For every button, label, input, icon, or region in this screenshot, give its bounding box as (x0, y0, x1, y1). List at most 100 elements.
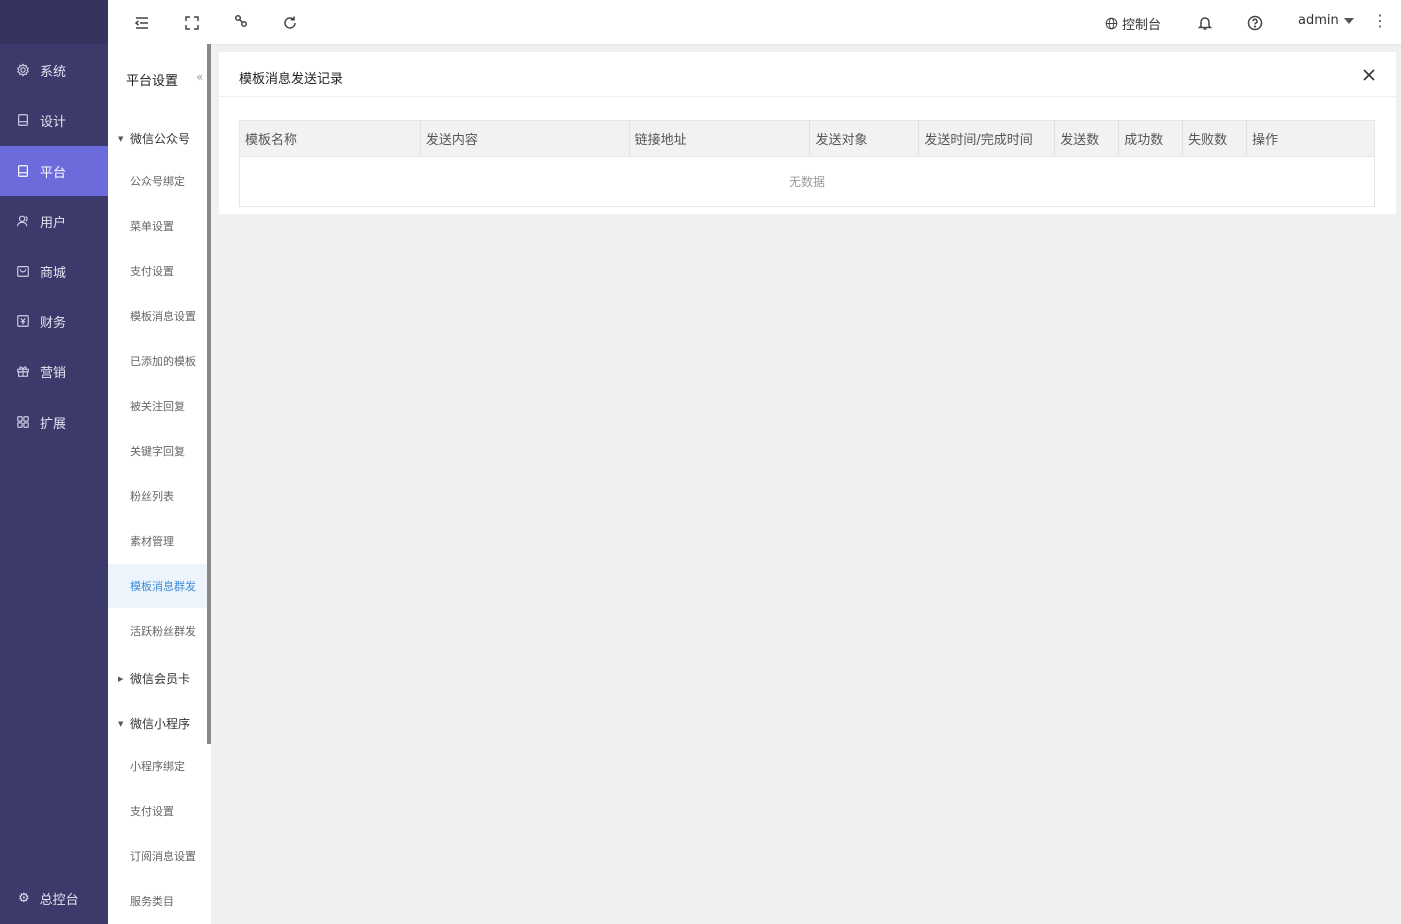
fullscreen-icon[interactable] (183, 14, 201, 32)
menu-fold-icon[interactable] (133, 14, 151, 32)
subnav-item-label: 支付设置 (130, 805, 174, 818)
group-label: 微信公众号 (130, 132, 191, 146)
caret-right-icon: ▶ (118, 674, 124, 683)
nav-item-label: 设计 (40, 114, 67, 130)
user-menu[interactable]: admin (1298, 13, 1354, 28)
records-table: 模板名称 发送内容 链接地址 发送对象 发送时间/完成时间 发送数 成功数 失败… (239, 120, 1375, 207)
logo-area (0, 0, 108, 44)
table-header-row: 模板名称 发送内容 链接地址 发送对象 发送时间/完成时间 发送数 成功数 失败… (239, 120, 1375, 157)
gear-icon (16, 63, 30, 77)
column-header: 成功数 (1118, 120, 1184, 157)
column-header: 发送时间/完成时间 (918, 120, 1056, 157)
subnav-item-material-management[interactable]: 素材管理 (108, 519, 207, 563)
subnav-item-label: 模板消息群发 (130, 580, 196, 593)
subnav-item-label: 支付设置 (130, 265, 174, 278)
sub-sidebar: 平台设置 « ▼ 微信公众号 公众号绑定 菜单设置 支付设置 模板消息设置 已添… (108, 44, 211, 924)
link-icon[interactable] (232, 12, 250, 30)
nav-item-marketing[interactable]: 营销 (0, 346, 108, 396)
console-link[interactable]: 控制台 (1105, 14, 1161, 33)
more-vertical-icon[interactable]: ⋮ (1372, 12, 1388, 30)
gift-icon (16, 364, 30, 378)
record-panel: 模板消息发送记录 模板名称 发送内容 链接地址 发送对象 发送时间/完成时间 发… (219, 52, 1396, 214)
platform-icon (16, 164, 30, 178)
grid-icon (16, 415, 30, 429)
subnav-item-account-bind[interactable]: 公众号绑定 (108, 159, 207, 203)
subnav-item-label: 公众号绑定 (130, 175, 185, 188)
subnav-item-active-fans-broadcast[interactable]: 活跃粉丝群发 (108, 609, 207, 653)
subnav-item-subscription-msg-settings[interactable]: 订阅消息设置 (108, 834, 207, 878)
nav-item-label: 营销 (40, 365, 67, 381)
nav-item-finance[interactable]: 财务 (0, 296, 108, 346)
design-icon (16, 113, 30, 127)
nav-item-design[interactable]: 设计 (0, 95, 108, 145)
subnav-item-follow-reply[interactable]: 被关注回复 (108, 384, 207, 428)
top-header: 控制台 admin ⋮ (108, 0, 1401, 45)
column-header: 模板名称 (239, 120, 421, 157)
nav-item-label: 商城 (40, 265, 67, 281)
subnav-item-label: 粉丝列表 (130, 490, 174, 503)
nav-item-label: 财务 (40, 315, 67, 331)
collapse-icon[interactable]: « (196, 70, 203, 84)
subnav-item-label: 服务类目 (130, 895, 174, 908)
subnav-item-added-templates[interactable]: 已添加的模板 (108, 339, 207, 383)
subnav-item-label: 被关注回复 (130, 400, 185, 413)
subnav-item-label: 关键字回复 (130, 445, 185, 458)
nav-item-system[interactable]: 系统 (0, 45, 108, 95)
group-wechat-miniprogram[interactable]: ▼ 微信小程序 (118, 715, 190, 732)
nav-item-label: 用户 (40, 215, 67, 231)
subnav-item-payment-settings[interactable]: 支付设置 (108, 249, 207, 293)
subnav-item-label: 菜单设置 (130, 220, 174, 233)
group-wechat-membercard[interactable]: ▶ 微信会员卡 (118, 670, 190, 687)
caret-down-icon: ▼ (118, 719, 124, 728)
subnav-item-template-msg-broadcast[interactable]: 模板消息群发 (108, 564, 207, 608)
group-label: 微信会员卡 (130, 672, 191, 686)
subnav-item-label: 活跃粉丝群发 (130, 625, 196, 638)
caret-down-icon: ▼ (118, 134, 124, 143)
subnav-item-label: 模板消息设置 (130, 310, 196, 323)
column-header: 操作 (1246, 120, 1375, 157)
console-label: 控制台 (1122, 18, 1162, 33)
finance-icon (16, 314, 30, 328)
subnav-item-menu-settings[interactable]: 菜单设置 (108, 204, 207, 248)
nav-item-extend[interactable]: 扩展 (0, 397, 108, 447)
subnav-item-label: 订阅消息设置 (130, 850, 196, 863)
group-wechat-official[interactable]: ▼ 微信公众号 (118, 130, 190, 147)
nav-item-label: 扩展 (40, 416, 67, 432)
subnav-item-keyword-reply[interactable]: 关键字回复 (108, 429, 207, 473)
subnav-item-template-msg-settings[interactable]: 模板消息设置 (108, 294, 207, 338)
nav-item-dashboard[interactable]: ⚙ 总控台 (0, 880, 108, 916)
column-header: 发送数 (1054, 120, 1120, 157)
shop-icon (16, 264, 30, 278)
empty-state: 无数据 (239, 156, 1375, 207)
subnav-item-fans-list[interactable]: 粉丝列表 (108, 474, 207, 518)
sub-sidebar-scrollbar[interactable] (207, 44, 211, 744)
user-icon (16, 214, 30, 228)
nav-item-user[interactable]: 用户 (0, 196, 108, 246)
nav-item-label: 平台 (40, 165, 67, 181)
close-icon[interactable] (1362, 68, 1378, 84)
subnav-item-label: 小程序绑定 (130, 760, 185, 773)
column-header: 失败数 (1182, 120, 1248, 157)
subnav-item-mp-payment-settings[interactable]: 支付设置 (108, 789, 207, 833)
column-header: 发送对象 (809, 120, 920, 157)
subnav-item-miniprogram-bind[interactable]: 小程序绑定 (108, 744, 207, 788)
column-header: 发送内容 (420, 120, 630, 157)
bell-icon[interactable] (1196, 14, 1214, 32)
main-sidebar: 系统 设计 平台 用户 商城 财务 营销 扩展 ⚙ 总控台 (0, 0, 108, 924)
page-title: 模板消息发送记录 (239, 72, 344, 87)
subnav-title: 平台设置 (126, 74, 179, 89)
group-label: 微信小程序 (130, 717, 191, 731)
nav-item-platform[interactable]: 平台 (0, 146, 108, 196)
caret-down-icon (1343, 17, 1354, 24)
subnav-item-label: 素材管理 (130, 535, 174, 548)
table-row: 无数据 (239, 156, 1375, 207)
column-header: 链接地址 (629, 120, 811, 157)
username: admin (1298, 13, 1339, 28)
subnav-item-label: 已添加的模板 (130, 355, 196, 368)
nav-item-label: 系统 (40, 64, 67, 80)
help-icon[interactable] (1246, 14, 1264, 32)
refresh-icon[interactable] (281, 14, 299, 32)
nav-bottom-label: 总控台 (39, 892, 79, 908)
nav-item-shop[interactable]: 商城 (0, 246, 108, 296)
subnav-item-service-categories[interactable]: 服务类目 (108, 879, 207, 923)
